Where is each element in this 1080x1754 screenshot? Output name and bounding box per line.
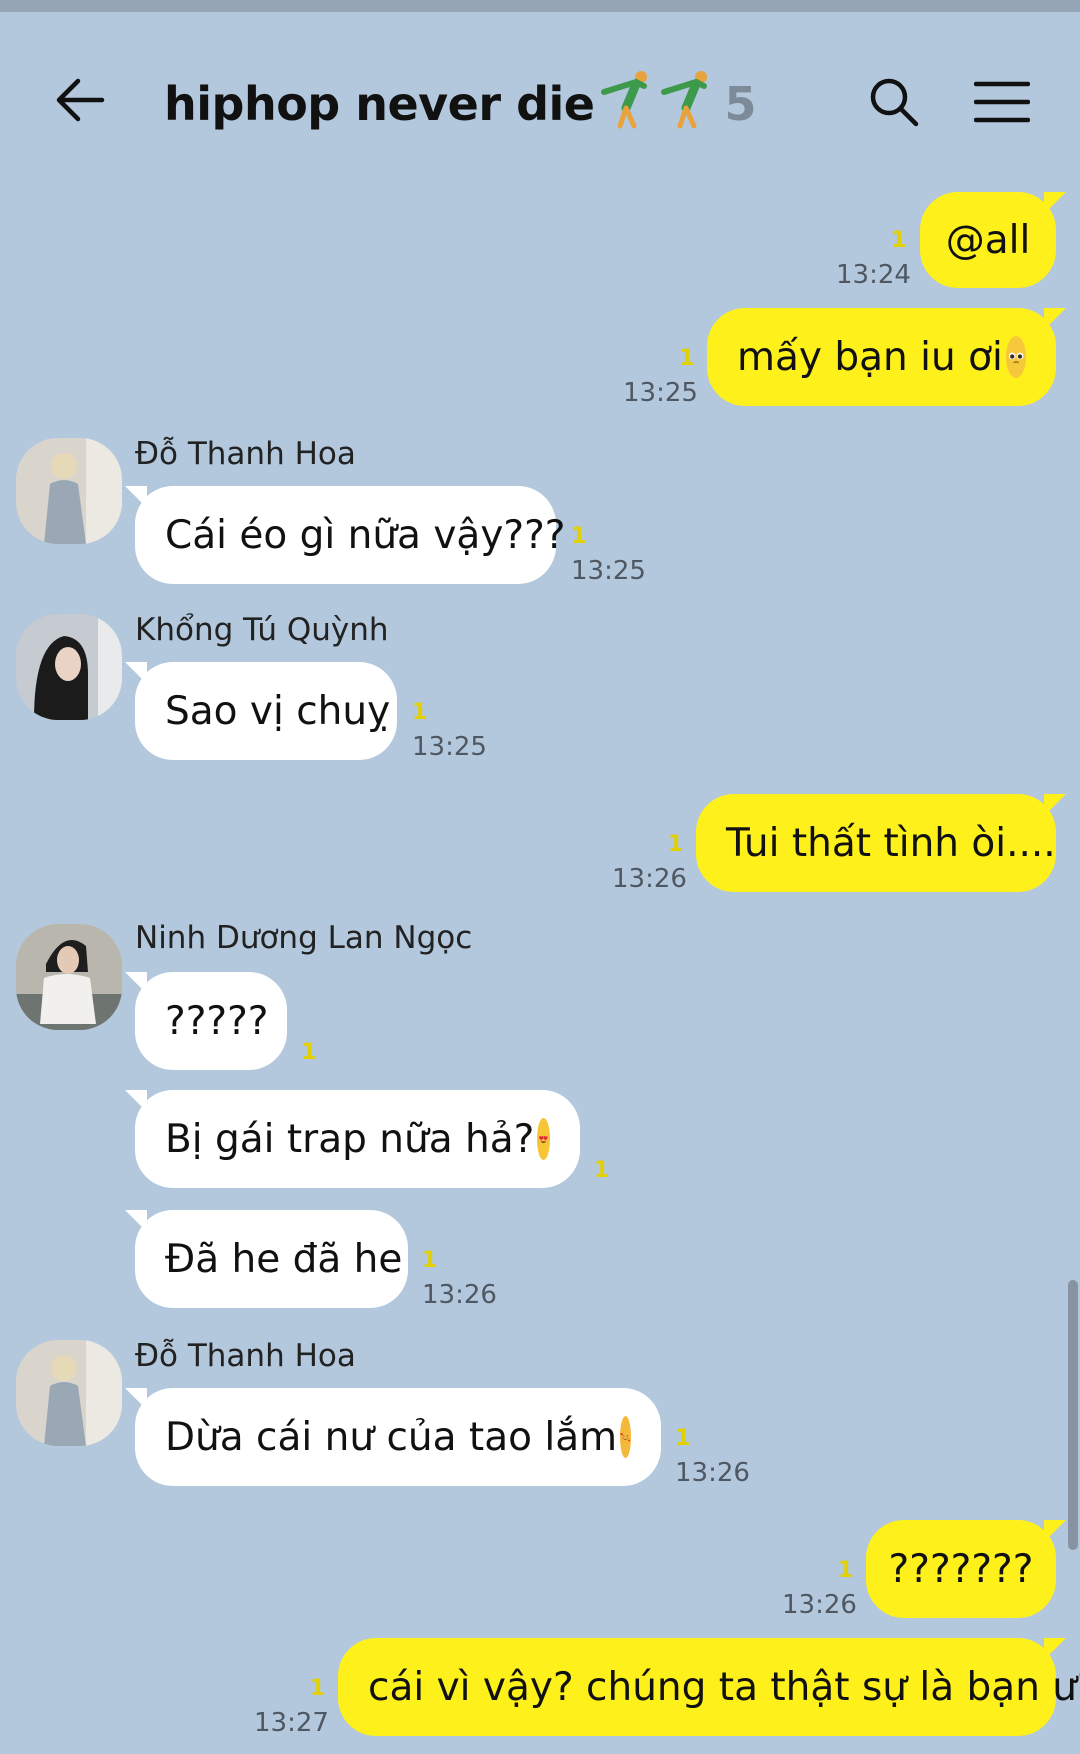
their-message-bubble[interactable]: ????? — [125, 972, 287, 1070]
message-text: ??????? — [888, 1546, 1034, 1592]
message-text: Sao vị chuỵ — [165, 688, 391, 734]
unread-count: 1 — [891, 228, 907, 253]
message-time: 13:24 — [836, 260, 911, 290]
hamburger-menu-icon[interactable] — [974, 78, 1030, 126]
unread-count: 1 — [412, 700, 428, 725]
message-time: 13:27 — [254, 1708, 329, 1738]
my-message-bubble[interactable]: cái vì vậy? chúng ta thật sự là bạn ư? — [338, 1638, 1080, 1736]
unread-count: 1 — [571, 524, 587, 549]
unread-count: 1 — [301, 1040, 317, 1065]
avatar[interactable] — [16, 924, 122, 1030]
acrobat-emoji-icon — [661, 71, 708, 129]
message-text: Cái éo gì nữa vậy??? — [165, 512, 566, 558]
their-message-bubble[interactable]: Sao vị chuỵ — [125, 662, 397, 760]
unread-count: 1 — [675, 1426, 691, 1451]
avatar[interactable] — [16, 1340, 122, 1446]
message-time: 13:25 — [571, 556, 646, 586]
sender-name: Đỗ Thanh Hoa — [135, 436, 356, 472]
my-message-bubble[interactable]: @all — [920, 192, 1066, 288]
message-text: Dừa cái nư của tao lắm — [165, 1414, 618, 1460]
my-message-bubble[interactable]: Tui thất tình òi.... — [696, 794, 1066, 892]
message-text: mấy bạn iu ơi — [737, 334, 1003, 380]
avatar[interactable] — [16, 438, 122, 544]
scrollbar[interactable] — [1068, 1280, 1078, 1550]
message-text: Đã he đã he — [165, 1236, 403, 1282]
message-text: Bị gái trap nữa hả? — [165, 1116, 535, 1162]
sender-name: Ninh Dương Lan Ngọc — [135, 920, 473, 956]
my-message-bubble[interactable]: mấy bạn iu ơi — [707, 308, 1066, 406]
smiling-face-with-hearts-emoji-icon — [620, 1416, 631, 1458]
unread-count: 1 — [679, 346, 695, 371]
unread-count: 1 — [668, 832, 684, 857]
heart-eyes-emoji-icon — [537, 1118, 550, 1160]
message-time: 13:26 — [675, 1458, 750, 1488]
their-message-bubble[interactable]: Dừa cái nư của tao lắm — [125, 1388, 661, 1486]
message-time: 13:26 — [612, 864, 687, 894]
message-time: 13:26 — [782, 1590, 857, 1620]
message-time: 13:25 — [623, 378, 698, 408]
message-time: 13:25 — [412, 732, 487, 762]
member-count: 5 — [724, 77, 756, 131]
message-list[interactable]: 1 13:24 @all 1 13:25 mấy bạn iu ơi Đỗ Th… — [0, 168, 1080, 1754]
unread-count: 1 — [422, 1248, 438, 1273]
message-text: Tui thất tình òi.... — [726, 820, 1056, 866]
avatar[interactable] — [16, 614, 122, 720]
message-text: ????? — [165, 998, 269, 1044]
their-message-bubble[interactable]: Cái éo gì nữa vậy??? — [125, 486, 566, 584]
status-strip — [0, 0, 1080, 12]
unread-count: 1 — [594, 1158, 610, 1183]
chat-title-text: hiphop never die — [164, 77, 595, 131]
unread-count: 1 — [310, 1676, 326, 1701]
sender-name: Đỗ Thanh Hoa — [135, 1338, 356, 1374]
message-text: cái vì vậy? chúng ta thật sự là bạn ư? — [368, 1664, 1080, 1710]
message-time: 13:26 — [422, 1280, 497, 1310]
chat-header: hiphop never die 5 — [0, 12, 1080, 168]
their-message-bubble[interactable]: Đã he đã he — [125, 1210, 408, 1308]
sender-name: Khổng Tú Quỳnh — [135, 612, 389, 648]
acrobat-emoji-icon — [601, 71, 648, 129]
back-arrow-icon[interactable] — [52, 72, 108, 128]
unread-count: 1 — [838, 1558, 854, 1583]
search-icon[interactable] — [868, 76, 920, 128]
chat-title[interactable]: hiphop never die 5 — [164, 68, 756, 131]
message-text: @all — [945, 217, 1031, 263]
their-message-bubble[interactable]: Bị gái trap nữa hả? — [125, 1090, 580, 1188]
pleading-face-emoji-icon — [1005, 336, 1026, 378]
my-message-bubble[interactable]: ??????? — [866, 1520, 1066, 1618]
